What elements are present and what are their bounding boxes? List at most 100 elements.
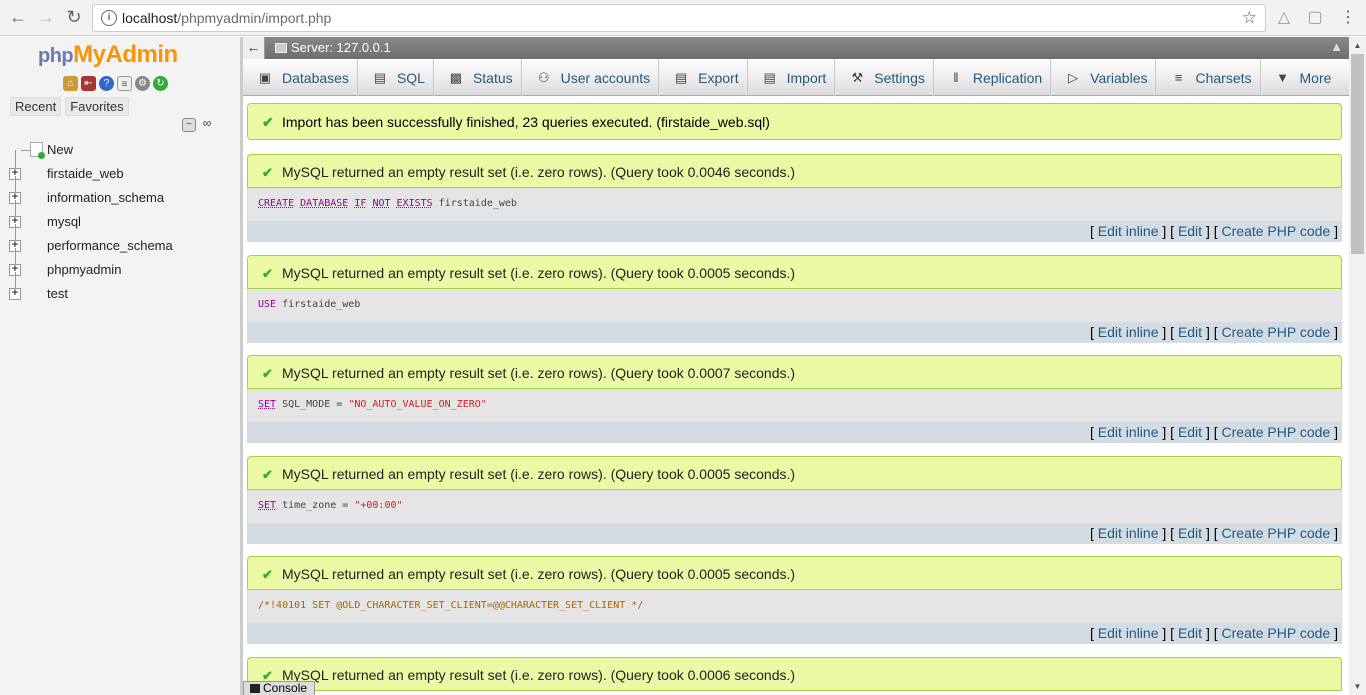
logout-icon[interactable]: ⇤ xyxy=(81,76,96,91)
create-php-code-link[interactable]: Create PHP code xyxy=(1222,525,1331,541)
info-icon[interactable]: i xyxy=(101,10,117,26)
tree-item-label[interactable]: test xyxy=(47,286,68,301)
tree-item-label[interactable]: New xyxy=(47,142,73,157)
success-check-icon: ✔ xyxy=(262,266,273,281)
gear-icon[interactable]: ⚙ xyxy=(135,76,150,91)
star-icon[interactable]: ☆ xyxy=(1242,8,1257,28)
collapse-all-icon[interactable]: − xyxy=(182,118,196,132)
help-icon[interactable]: ? xyxy=(99,76,114,91)
pdf-extension-icon[interactable]: △ xyxy=(1274,8,1294,28)
create-php-code-link[interactable]: Create PHP code xyxy=(1222,625,1331,641)
recent-tab[interactable]: Recent xyxy=(10,97,62,116)
query-result-message: ✔ MySQL returned an empty result set (i.e… xyxy=(247,657,1342,691)
sql-statement: USE firstaide_web xyxy=(247,289,1342,322)
tree-item-label[interactable]: performance_schema xyxy=(47,238,173,253)
tab-settings[interactable]: ⚒ Settings xyxy=(835,59,934,96)
tree-item-firstaide-web[interactable]: + firstaide_web xyxy=(0,152,240,188)
collapse-sidebar-arrow-icon[interactable]: ← xyxy=(243,37,265,59)
link-icon[interactable]: ∞ xyxy=(200,117,214,132)
reload-navigation-icon[interactable]: ↻ xyxy=(153,76,168,91)
variables-icon: ▷ xyxy=(1068,69,1079,85)
server-label[interactable]: Server: 127.0.0.1 xyxy=(291,40,391,55)
tree-item-new[interactable]: New xyxy=(0,140,240,164)
query-result: ✔ MySQL returned an empty result set (i.e… xyxy=(247,657,1342,691)
server-breadcrumb[interactable]: Server: 127.0.0.1 xyxy=(275,40,391,55)
menu-dots-icon[interactable]: ⋮ xyxy=(1338,8,1358,28)
status-icon: ▩ xyxy=(449,69,463,85)
tab-import[interactable]: ▤ Import xyxy=(748,59,836,96)
tab-charsets[interactable]: ≡ Charsets xyxy=(1156,59,1261,96)
collapse-top-icon[interactable]: ▲ xyxy=(1330,39,1343,54)
tab-replication[interactable]: ‖ Replication xyxy=(934,59,1052,96)
query-result-message: ✔ MySQL returned an empty result set (i.e… xyxy=(247,456,1342,490)
wrench-icon: ⚒ xyxy=(851,69,864,85)
edit-inline-link[interactable]: Edit inline xyxy=(1098,324,1159,340)
address-bar[interactable]: i localhost/phpmyadmin/import.php ☆ xyxy=(92,4,1266,32)
tree-item-phpmyadmin[interactable]: + phpmyadmin xyxy=(0,248,240,284)
server-icon xyxy=(275,43,287,53)
tree-item-mysql[interactable]: + mysql xyxy=(0,200,240,236)
query-result: ✔ MySQL returned an empty result set (i.e… xyxy=(247,355,1342,443)
create-php-code-link[interactable]: Create PHP code xyxy=(1222,223,1331,239)
export-icon: ▤ xyxy=(674,69,688,85)
tree-item-test[interactable]: + test xyxy=(0,272,240,308)
scroll-down-icon[interactable]: ▼ xyxy=(1349,678,1366,695)
sql-statement: CREATE DATABASE IF NOT EXISTS firstaide_… xyxy=(247,188,1342,221)
navigation-panel: phpMyAdmin ⌂ ⇤ ? ≡ ⚙ ↻ Recent Favorites … xyxy=(0,37,240,695)
scroll-up-icon[interactable]: ▲ xyxy=(1349,37,1366,54)
phpmyadmin-logo[interactable]: phpMyAdmin xyxy=(38,41,178,69)
tab-status[interactable]: ▩ Status xyxy=(434,59,522,96)
tree-item-information-schema[interactable]: + information_schema xyxy=(0,176,240,212)
success-check-icon: ✔ xyxy=(262,567,273,582)
tree-item-label[interactable]: firstaide_web xyxy=(47,166,124,181)
forward-arrow-icon[interactable]: → xyxy=(34,6,58,30)
edit-inline-link[interactable]: Edit inline xyxy=(1098,625,1159,641)
home-icon[interactable]: ⌂ xyxy=(63,76,78,91)
url-text[interactable]: localhost/phpmyadmin/import.php xyxy=(122,10,331,26)
success-check-icon: ✔ xyxy=(262,165,273,180)
create-php-code-link[interactable]: Create PHP code xyxy=(1222,424,1331,440)
tab-user-accounts[interactable]: ⚇ User accounts xyxy=(522,59,660,96)
reload-icon[interactable]: ↻ xyxy=(62,6,86,30)
console-icon xyxy=(250,684,260,693)
query-result: ✔ MySQL returned an empty result set (i.e… xyxy=(247,556,1342,644)
sql-statement: SET time_zone = "+00:00" xyxy=(247,490,1342,523)
create-php-code-link[interactable]: Create PHP code xyxy=(1222,324,1331,340)
edit-link[interactable]: Edit xyxy=(1178,324,1202,340)
edit-inline-link[interactable]: Edit inline xyxy=(1098,525,1159,541)
inbox-extension-icon[interactable]: ▢ xyxy=(1305,8,1325,28)
tab-variables[interactable]: ▷ Variables xyxy=(1051,59,1157,96)
import-success-text: Import has been successfully finished, 2… xyxy=(282,113,770,130)
edit-link[interactable]: Edit xyxy=(1178,525,1202,541)
docs-icon[interactable]: ≡ xyxy=(117,76,132,91)
tab-databases[interactable]: ▣ Databases xyxy=(243,59,358,96)
edit-link[interactable]: Edit xyxy=(1178,424,1202,440)
console-toggle[interactable]: Console xyxy=(243,681,315,695)
sql-icon: ▤ xyxy=(373,69,387,85)
tab-export[interactable]: ▤ Export xyxy=(659,59,748,96)
database-icon: ▣ xyxy=(258,69,272,85)
tree-item-label[interactable]: information_schema xyxy=(47,190,164,205)
tree-item-performance-schema[interactable]: + performance_schema xyxy=(0,224,240,260)
scrollbar-thumb[interactable] xyxy=(1351,54,1364,254)
query-result: ✔ MySQL returned an empty result set (i.e… xyxy=(247,154,1342,242)
tree-item-label[interactable]: mysql xyxy=(47,214,81,229)
edit-link[interactable]: Edit xyxy=(1178,625,1202,641)
edit-inline-link[interactable]: Edit inline xyxy=(1098,223,1159,239)
main-menu: ▣ Databases ▤ SQL ▩ Status ⚇ User accounts ▤… xyxy=(243,59,1349,96)
query-tools: [ Edit inline ] [ Edit ] [ Create PHP co… xyxy=(247,623,1342,644)
favorites-tab[interactable]: Favorites xyxy=(65,97,129,116)
edit-link[interactable]: Edit xyxy=(1178,223,1202,239)
main-content: ✔ Import has been successfully finished,… xyxy=(243,97,1349,695)
new-database-icon xyxy=(30,142,45,159)
query-tools: [ Edit inline ] [ Edit ] [ Create PHP co… xyxy=(247,221,1342,242)
tree-item-label[interactable]: phpmyadmin xyxy=(47,262,121,277)
tab-more[interactable]: ▼ More xyxy=(1261,59,1340,96)
tab-sql[interactable]: ▤ SQL xyxy=(358,59,434,96)
vertical-scrollbar[interactable]: ▲ ▼ xyxy=(1349,37,1366,695)
edit-inline-link[interactable]: Edit inline xyxy=(1098,424,1159,440)
expand-icon[interactable]: + xyxy=(9,288,21,300)
back-arrow-icon[interactable]: ← xyxy=(6,6,30,30)
server-breadcrumb-bar: ← Server: 127.0.0.1 ▲ xyxy=(243,37,1349,59)
database-tree: New + firstaide_web + information_schema… xyxy=(0,140,240,308)
